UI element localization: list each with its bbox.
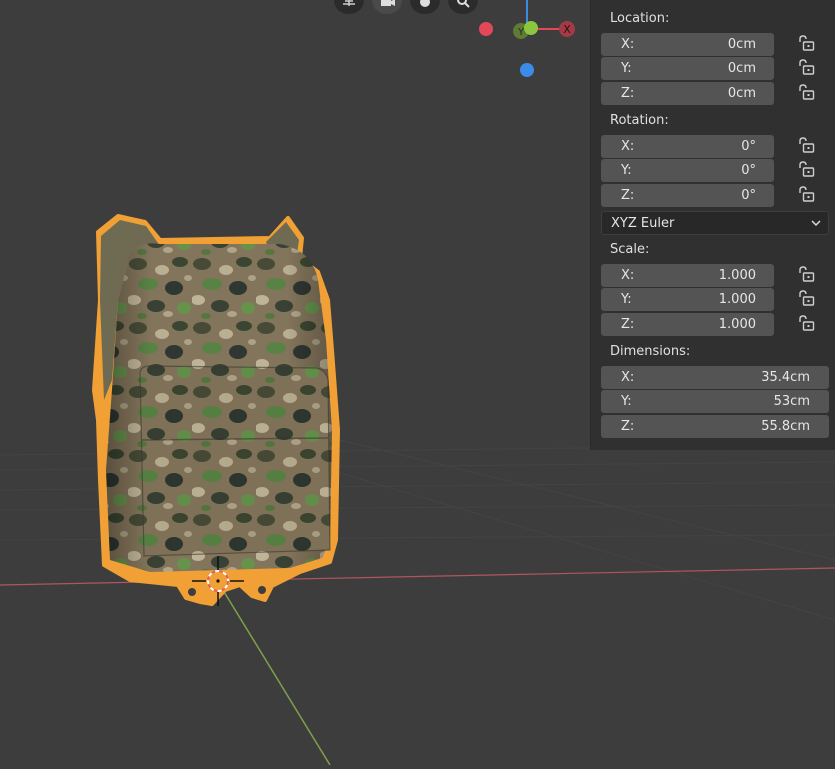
gizmo-y	[524, 21, 538, 35]
dimensions-label: Dimensions:	[610, 344, 691, 359]
field-value: 0cm	[727, 37, 756, 52]
grid-icon	[343, 0, 355, 6]
field-value: 1.000	[718, 317, 756, 332]
rotation-y-unlock-icon[interactable]	[798, 161, 816, 179]
pan-view-button[interactable]	[410, 0, 440, 14]
location-x-unlock-icon[interactable]	[798, 35, 816, 53]
axis-label: Z:	[621, 86, 635, 101]
rotation-mode-value: XYZ Euler	[611, 216, 675, 231]
axis-label: Z:	[621, 317, 635, 332]
axis-label: Z:	[621, 188, 635, 203]
rotation-mode-dropdown[interactable]: XYZ Euler	[601, 211, 829, 235]
svg-text:X: X	[563, 23, 571, 36]
rotation-z-unlock-icon[interactable]	[798, 186, 816, 204]
chevron-down-icon	[811, 220, 821, 227]
navigation-gizmo[interactable]: X Y	[479, 0, 575, 77]
scale-label: Scale:	[610, 242, 650, 257]
axis-label: Y:	[621, 394, 632, 409]
magnifier-icon	[457, 0, 470, 8]
gizmo-neg-x	[479, 22, 493, 36]
dimensions-x-field[interactable]: X: 35.4cm	[601, 366, 829, 389]
zoom-view-button[interactable]	[448, 0, 478, 14]
scale-z-field[interactable]: Z: 1.000	[601, 313, 774, 336]
field-value: 35.4cm	[761, 370, 810, 385]
location-y-field[interactable]: Y: 0cm	[601, 57, 774, 80]
field-value: 53cm	[773, 394, 810, 409]
axis-label: X:	[621, 268, 635, 283]
scale-x-unlock-icon[interactable]	[798, 266, 816, 284]
field-value: 1.000	[718, 292, 756, 307]
rotation-label: Rotation:	[610, 113, 669, 128]
location-x-field[interactable]: X: 0cm	[601, 33, 774, 56]
axis-label: Y:	[621, 292, 632, 307]
backpack-object[interactable]	[92, 214, 340, 606]
scale-y-field[interactable]: Y: 1.000	[601, 288, 774, 311]
camera-view-button[interactable]	[372, 0, 402, 14]
axis-label: Z:	[621, 419, 635, 434]
field-value: 0cm	[727, 61, 756, 76]
rotation-x-field[interactable]: X: 0°	[601, 135, 774, 158]
location-label: Location:	[610, 11, 670, 26]
svg-text:Y: Y	[517, 27, 525, 38]
transform-panel: Location: X: 0cm Y: 0cm Z: 0cm Rotation:…	[590, 0, 835, 450]
scale-x-field[interactable]: X: 1.000	[601, 264, 774, 287]
dimensions-y-field[interactable]: Y: 53cm	[601, 390, 829, 413]
dimensions-z-field[interactable]: Z: 55.8cm	[601, 415, 829, 438]
location-z-field[interactable]: Z: 0cm	[601, 82, 774, 105]
field-value: 0°	[741, 163, 756, 178]
gizmo-neg-z	[520, 63, 534, 77]
rotation-y-field[interactable]: Y: 0°	[601, 159, 774, 182]
field-value: 1.000	[718, 268, 756, 283]
view-grid-button[interactable]	[334, 0, 364, 14]
axis-label: X:	[621, 139, 635, 154]
rotation-z-field[interactable]: Z: 0°	[601, 184, 774, 207]
scale-z-unlock-icon[interactable]	[798, 315, 816, 333]
field-value: 55.8cm	[761, 419, 810, 434]
axis-label: Y:	[621, 163, 632, 178]
axis-label: X:	[621, 37, 635, 52]
rotation-x-unlock-icon[interactable]	[798, 137, 816, 155]
scale-y-unlock-icon[interactable]	[798, 290, 816, 308]
location-z-unlock-icon[interactable]	[798, 84, 816, 102]
camera-icon	[381, 0, 395, 6]
location-y-unlock-icon[interactable]	[798, 59, 816, 77]
y-axis-line	[217, 581, 331, 766]
axis-label: X:	[621, 370, 635, 385]
hand-icon	[420, 0, 430, 7]
field-value: 0°	[741, 139, 756, 154]
field-value: 0cm	[727, 86, 756, 101]
axis-label: Y:	[621, 61, 632, 76]
field-value: 0°	[741, 188, 756, 203]
